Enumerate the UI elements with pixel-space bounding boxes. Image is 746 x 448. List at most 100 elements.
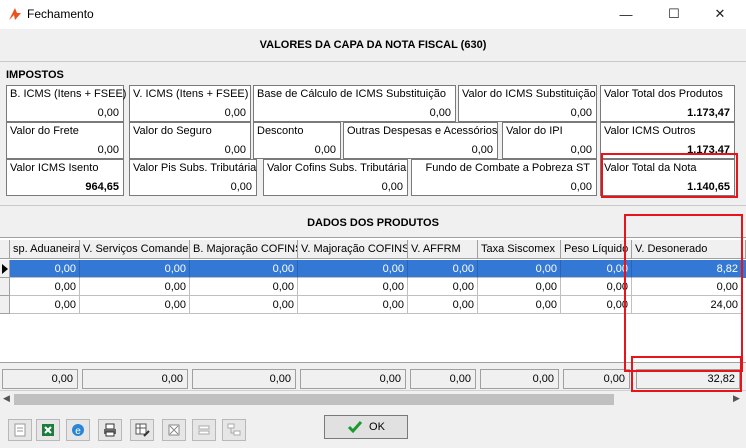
field-desconto[interactable]: Desconto 0,00 [253, 122, 341, 159]
field-outras-despesas[interactable]: Outras Despesas e Acessórios 0,00 [343, 122, 498, 159]
field-label: Base de Cálculo de ICMS Substituição [257, 88, 446, 100]
field-label: Fundo de Combate a Pobreza ST [425, 162, 590, 174]
minimize-button[interactable]: — [612, 4, 640, 24]
tree-button[interactable] [222, 419, 246, 441]
field-valor-total-produtos[interactable]: Valor Total dos Produtos 1.173,47 [600, 85, 735, 122]
main-panel: VALORES DA CAPA DA NOTA FISCAL (630) IMP… [0, 29, 746, 448]
table-cell[interactable]: 0,00 [561, 278, 632, 296]
scrollbar-thumb[interactable] [14, 394, 614, 405]
table-cell[interactable]: 0,00 [478, 278, 561, 296]
table-cell[interactable]: 0,00 [298, 278, 408, 296]
total-cell: 0,00 [82, 369, 188, 389]
row-indicator[interactable] [0, 296, 10, 314]
field-fundo-combate-pobreza[interactable]: Fundo de Combate a Pobreza ST 0,00 [411, 159, 597, 196]
field-v-icms[interactable]: V. ICMS (Itens + FSEE) 0,00 [129, 85, 251, 122]
excel-icon [42, 424, 54, 436]
field-valor-icms-isento[interactable]: Valor ICMS Isento 964,65 [6, 159, 124, 196]
table-cell[interactable]: 0,00 [408, 296, 478, 314]
close-button[interactable]: ✕ [706, 4, 734, 24]
title-bar: Fechamento — ☐ ✕ [0, 0, 746, 29]
field-value: 0,00 [570, 181, 592, 193]
maximize-button[interactable]: ☐ [660, 4, 688, 24]
table-cell[interactable]: 0,00 [298, 296, 408, 314]
table-cell[interactable]: 0,00 [80, 296, 190, 314]
field-value: 0,00 [97, 144, 119, 156]
total-cell: 0,00 [300, 369, 406, 389]
ok-button[interactable]: OK [324, 415, 408, 439]
table-cell[interactable]: 0,00 [478, 296, 561, 314]
print-button[interactable] [98, 419, 122, 441]
window-title: Fechamento [27, 7, 94, 21]
field-label: Valor do IPI [506, 125, 563, 137]
excel-export-button[interactable] [36, 419, 60, 441]
field-base-icms-st[interactable]: Base de Cálculo de ICMS Substituição 0,0… [253, 85, 456, 122]
app-logo-icon [9, 8, 21, 20]
divider [0, 61, 746, 62]
field-valor-seguro[interactable]: Valor do Seguro 0,00 [129, 122, 251, 159]
row-indicator[interactable] [0, 260, 10, 278]
horizontal-scrollbar[interactable]: ◀ ▶ [0, 390, 746, 407]
divider [0, 205, 746, 206]
column-header[interactable]: Peso Líquido [561, 240, 632, 259]
maximize-icon: ☐ [668, 6, 680, 21]
field-value: 0,00 [224, 144, 246, 156]
field-value: 0,00 [97, 107, 119, 119]
column-header[interactable]: B. Majoração COFINS [190, 240, 298, 259]
expand-button[interactable] [192, 419, 216, 441]
browser-button[interactable]: e [66, 419, 90, 441]
column-header[interactable]: V. AFFRM [408, 240, 478, 259]
field-valor-pis-st[interactable]: Valor Pis Subs. Tributária 0,00 [129, 159, 257, 196]
table-cell[interactable]: 0,00 [80, 260, 190, 278]
table-cell[interactable]: 0,00 [408, 278, 478, 296]
table-cell[interactable]: 0,00 [190, 260, 298, 278]
scroll-left-icon[interactable]: ◀ [3, 393, 10, 404]
column-header[interactable]: sp. Aduaneira [10, 240, 80, 259]
tree-icon [227, 423, 241, 436]
column-header[interactable]: Taxa Siscomex [478, 240, 561, 259]
field-valor-frete[interactable]: Valor do Frete 0,00 [6, 122, 124, 159]
table-cell[interactable]: 0,00 [10, 278, 80, 296]
field-valor-cofins-st[interactable]: Valor Cofins Subs. Tributária 0,00 [263, 159, 408, 196]
field-label: Outras Despesas e Acessórios [347, 125, 498, 137]
table-cell[interactable]: 0,00 [10, 296, 80, 314]
checkmark-icon [347, 421, 363, 434]
field-valor-icms-st[interactable]: Valor do ICMS Substituição 0,00 [458, 85, 597, 122]
column-header[interactable]: V. Serviços Comander [80, 240, 190, 259]
impostos-label: IMPOSTOS [6, 69, 64, 81]
table-cell[interactable]: 0,00 [80, 278, 190, 296]
field-value: 964,65 [85, 181, 119, 193]
table-cell[interactable]: 0,00 [561, 296, 632, 314]
ok-label: OK [369, 421, 385, 433]
field-valor-ipi[interactable]: Valor do IPI 0,00 [502, 122, 597, 159]
row-indicator[interactable] [0, 278, 10, 296]
table-cell[interactable]: 0,00 [478, 260, 561, 278]
field-label: Valor do ICMS Substituição [462, 88, 596, 100]
field-b-icms[interactable]: B. ICMS (Itens + FSEE) 0,00 [6, 85, 126, 122]
field-value: 0,00 [381, 181, 403, 193]
table-cell[interactable]: 0,00 [408, 260, 478, 278]
save-doc-button[interactable] [8, 419, 32, 441]
minimize-icon: — [619, 6, 633, 22]
field-value: 0,00 [429, 107, 451, 119]
field-value: 0,00 [314, 144, 336, 156]
table-cell[interactable]: 0,00 [561, 260, 632, 278]
field-value: 0,00 [230, 181, 252, 193]
table-cell[interactable]: 0,00 [298, 260, 408, 278]
close-icon: ✕ [714, 6, 726, 21]
field-label: Valor ICMS Outros [604, 125, 696, 137]
annotation-box [624, 214, 743, 372]
edit-columns-button[interactable] [130, 419, 154, 441]
field-label: Valor Pis Subs. Tributária [133, 162, 257, 174]
grid-edit-icon [135, 423, 150, 437]
column-header[interactable]: V. Majoração COFINS [298, 240, 408, 259]
field-label: Valor ICMS Isento [10, 162, 99, 174]
total-cell: 0,00 [192, 369, 296, 389]
annotation-box [631, 356, 742, 392]
table-cell[interactable]: 0,00 [10, 260, 80, 278]
filter-button[interactable] [162, 419, 186, 441]
bottom-toolbar: e OK [0, 413, 746, 448]
scroll-right-icon[interactable]: ▶ [733, 393, 740, 404]
table-cell[interactable]: 0,00 [190, 296, 298, 314]
field-value: 0,00 [570, 144, 592, 156]
table-cell[interactable]: 0,00 [190, 278, 298, 296]
